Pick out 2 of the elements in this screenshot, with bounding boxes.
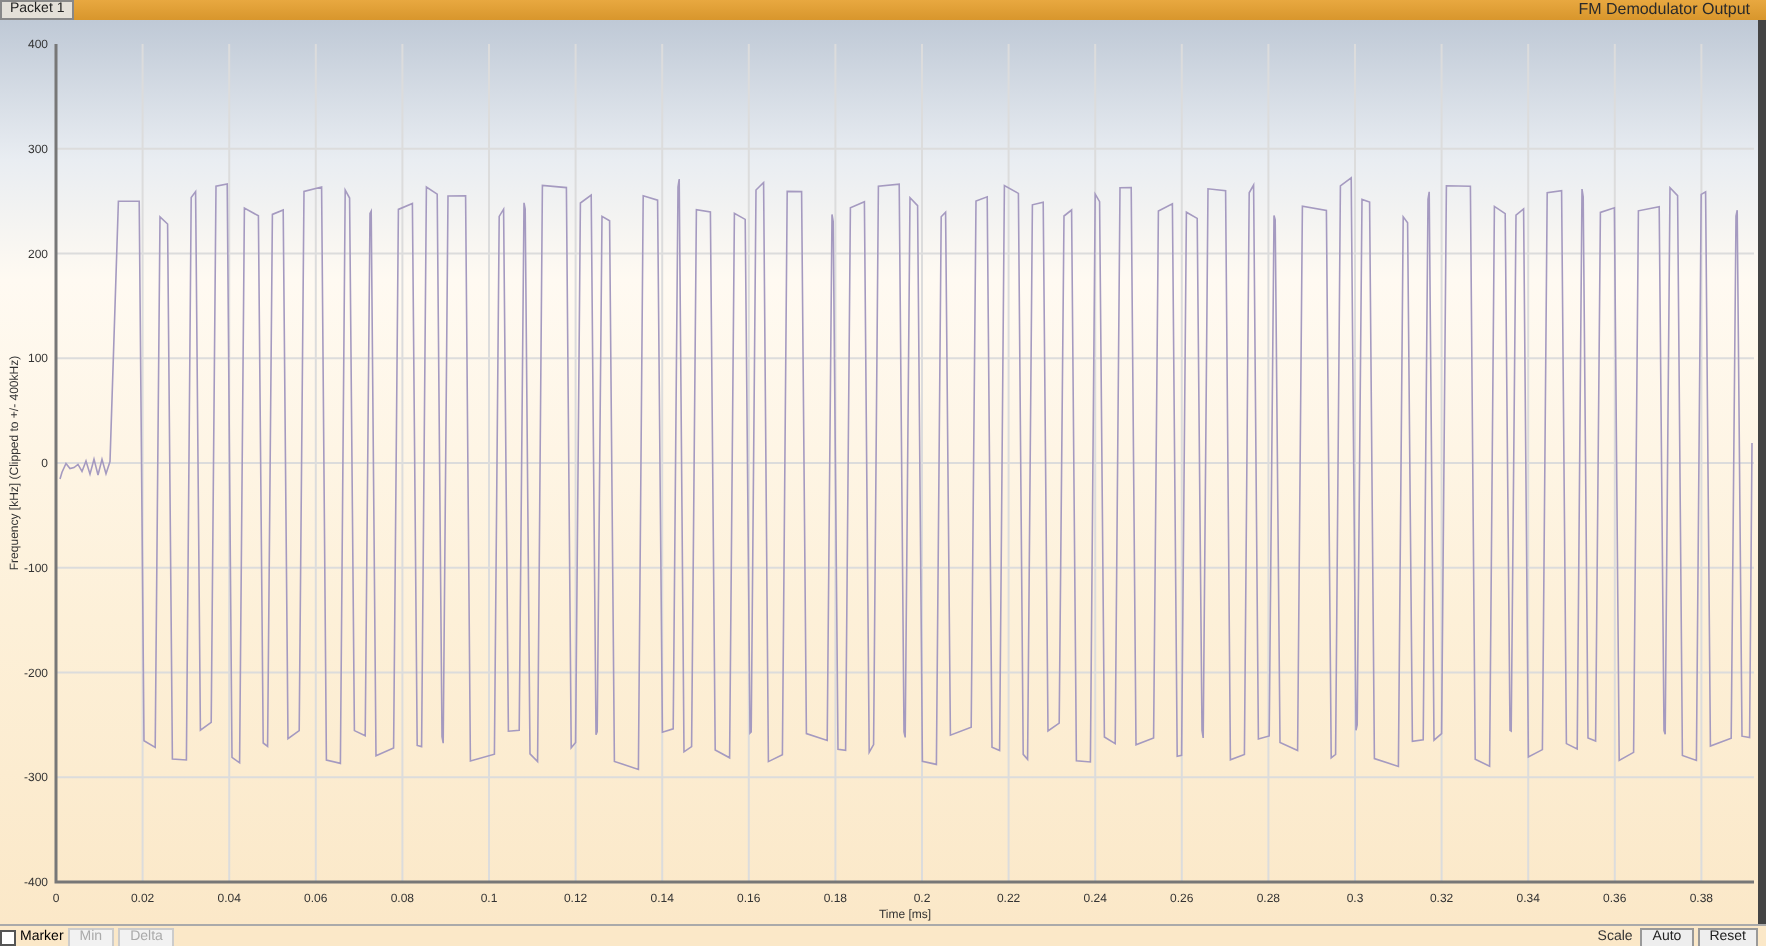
marker-checkbox[interactable]	[0, 929, 16, 945]
chart-title: FM Demodulator Output	[1578, 0, 1752, 20]
